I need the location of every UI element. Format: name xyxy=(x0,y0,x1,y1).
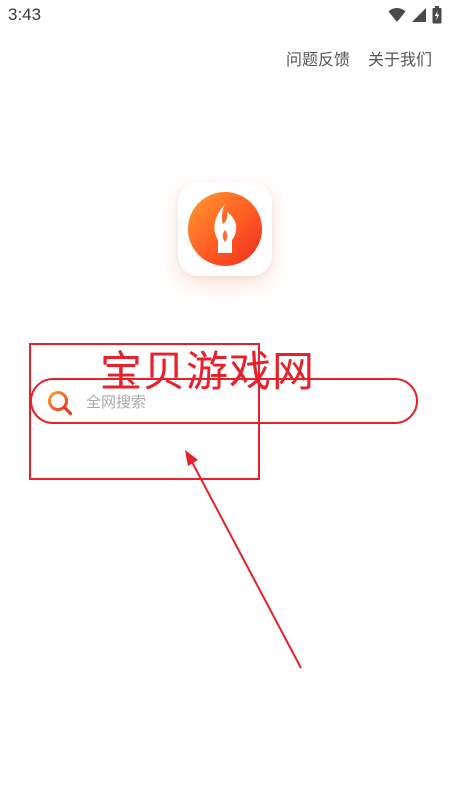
wifi-icon xyxy=(388,7,406,22)
feedback-link[interactable]: 问题反馈 xyxy=(286,46,350,70)
search-icon[interactable] xyxy=(46,389,74,417)
battery-icon xyxy=(432,6,442,24)
status-bar: 3:43 xyxy=(0,0,450,32)
signal-icon xyxy=(412,8,426,22)
about-us-link[interactable]: 关于我们 xyxy=(368,46,432,70)
status-icons xyxy=(388,6,442,24)
app-logo xyxy=(178,182,272,276)
top-links: 问题反馈 关于我们 xyxy=(286,46,432,70)
search-bar[interactable] xyxy=(30,378,418,424)
search-input[interactable] xyxy=(86,388,406,416)
status-time: 3:43 xyxy=(8,5,42,24)
flame-icon xyxy=(188,192,262,266)
